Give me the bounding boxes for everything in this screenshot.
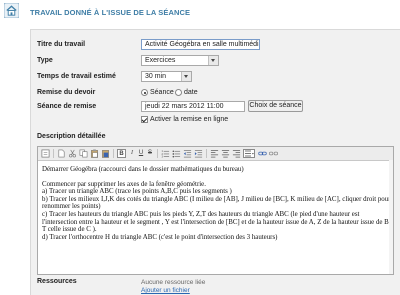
italic-button[interactable]: I	[128, 149, 136, 158]
toolbar-separator	[53, 149, 54, 158]
editor-toolbar: B I U S 1 2 3	[38, 147, 393, 161]
svg-text:3: 3	[161, 155, 163, 158]
link-icon[interactable]	[258, 149, 267, 158]
editor-line: a) Tracer un triangle ABC (trace les poi…	[42, 188, 232, 196]
editor-scrollbar[interactable]	[389, 160, 393, 274]
type-label: Type	[37, 57, 53, 64]
type-select-value: Exercices	[145, 57, 176, 64]
temps-label: Temps de travail estimé	[37, 73, 116, 80]
editor-line: Démarrer Géogébra (raccourci dans le dos…	[42, 166, 244, 173]
chevron-down-icon	[181, 72, 191, 81]
radio-seance-label: Séance	[150, 89, 174, 96]
editor-line: d) Tracer l'orthocentre H du triangle AB…	[42, 233, 278, 241]
bullet-list-icon[interactable]	[172, 149, 181, 158]
editor-line: c) Tracer les hauteurs du triangle ABC p…	[42, 210, 391, 234]
rich-text-editor[interactable]: B I U S 1 2 3 Démarrer Géogébra (raccour…	[37, 146, 394, 275]
underline-button[interactable]: U	[137, 149, 145, 158]
online-checkbox-label: Activer la remise en ligne	[150, 116, 229, 123]
unlink-icon[interactable]	[269, 149, 278, 158]
remise-label: Remise du devoir	[37, 89, 96, 96]
text-color-dropdown[interactable]	[243, 149, 255, 158]
editor-line: Commencer par supprimer les axes de la f…	[42, 180, 206, 188]
home-icon[interactable]	[4, 3, 19, 18]
align-right-icon[interactable]	[232, 149, 241, 158]
radio-date-label: date	[184, 89, 198, 96]
choose-seance-button[interactable]: Choix de séance	[248, 100, 303, 112]
editor-line: b) Tracer les milieux I,J,K des cotés du…	[42, 195, 391, 211]
align-left-icon[interactable]	[210, 149, 219, 158]
temps-select-value: 30 min	[145, 73, 167, 80]
paste-icon[interactable]	[90, 149, 99, 158]
justify-icon	[245, 150, 254, 157]
online-checkbox[interactable]	[141, 116, 148, 123]
titre-label: Titre du travail	[37, 41, 86, 48]
description-label: Description détaillée	[37, 133, 106, 140]
editor-gap	[42, 174, 391, 181]
strike-button[interactable]: S	[146, 149, 154, 158]
add-file-link[interactable]: Ajouter un fichier	[141, 287, 190, 294]
cut-icon[interactable]	[68, 149, 77, 158]
editor-content[interactable]: Démarrer Géogébra (raccourci dans le dos…	[42, 166, 391, 241]
toolbar-separator	[113, 149, 114, 158]
resources-label: Ressources	[37, 278, 77, 285]
bold-button[interactable]: B	[117, 149, 126, 158]
toolbar-separator	[157, 149, 158, 158]
page-title: TRAVAIL DONNÉ À L'ISSUE DE LA SÉANCE	[30, 8, 191, 17]
titre-input[interactable]: Activité Géogébra en salle multimédia	[141, 39, 260, 50]
chevron-down-icon	[208, 56, 218, 65]
temps-select[interactable]: 30 min	[141, 71, 192, 82]
new-page-icon[interactable]	[57, 149, 66, 158]
no-resource-text: Aucune ressource liée	[141, 279, 206, 286]
align-center-icon[interactable]	[221, 149, 230, 158]
paste-word-icon[interactable]	[101, 149, 110, 158]
source-icon[interactable]	[41, 149, 50, 158]
numbered-list-icon[interactable]: 1 2 3	[161, 149, 170, 158]
radio-seance[interactable]	[141, 89, 148, 96]
copy-icon[interactable]	[79, 149, 88, 158]
header: TRAVAIL DONNÉ À L'ISSUE DE LA SÉANCE	[0, 0, 400, 24]
indent-icon[interactable]	[194, 149, 203, 158]
radio-date[interactable]	[175, 89, 182, 96]
seance-label: Séance de remise	[37, 103, 97, 110]
type-select[interactable]: Exercices	[141, 55, 219, 66]
seance-input[interactable]: jeudi 22 mars 2012 11:00	[141, 101, 245, 112]
outdent-icon[interactable]	[183, 149, 192, 158]
toolbar-separator	[206, 149, 207, 158]
